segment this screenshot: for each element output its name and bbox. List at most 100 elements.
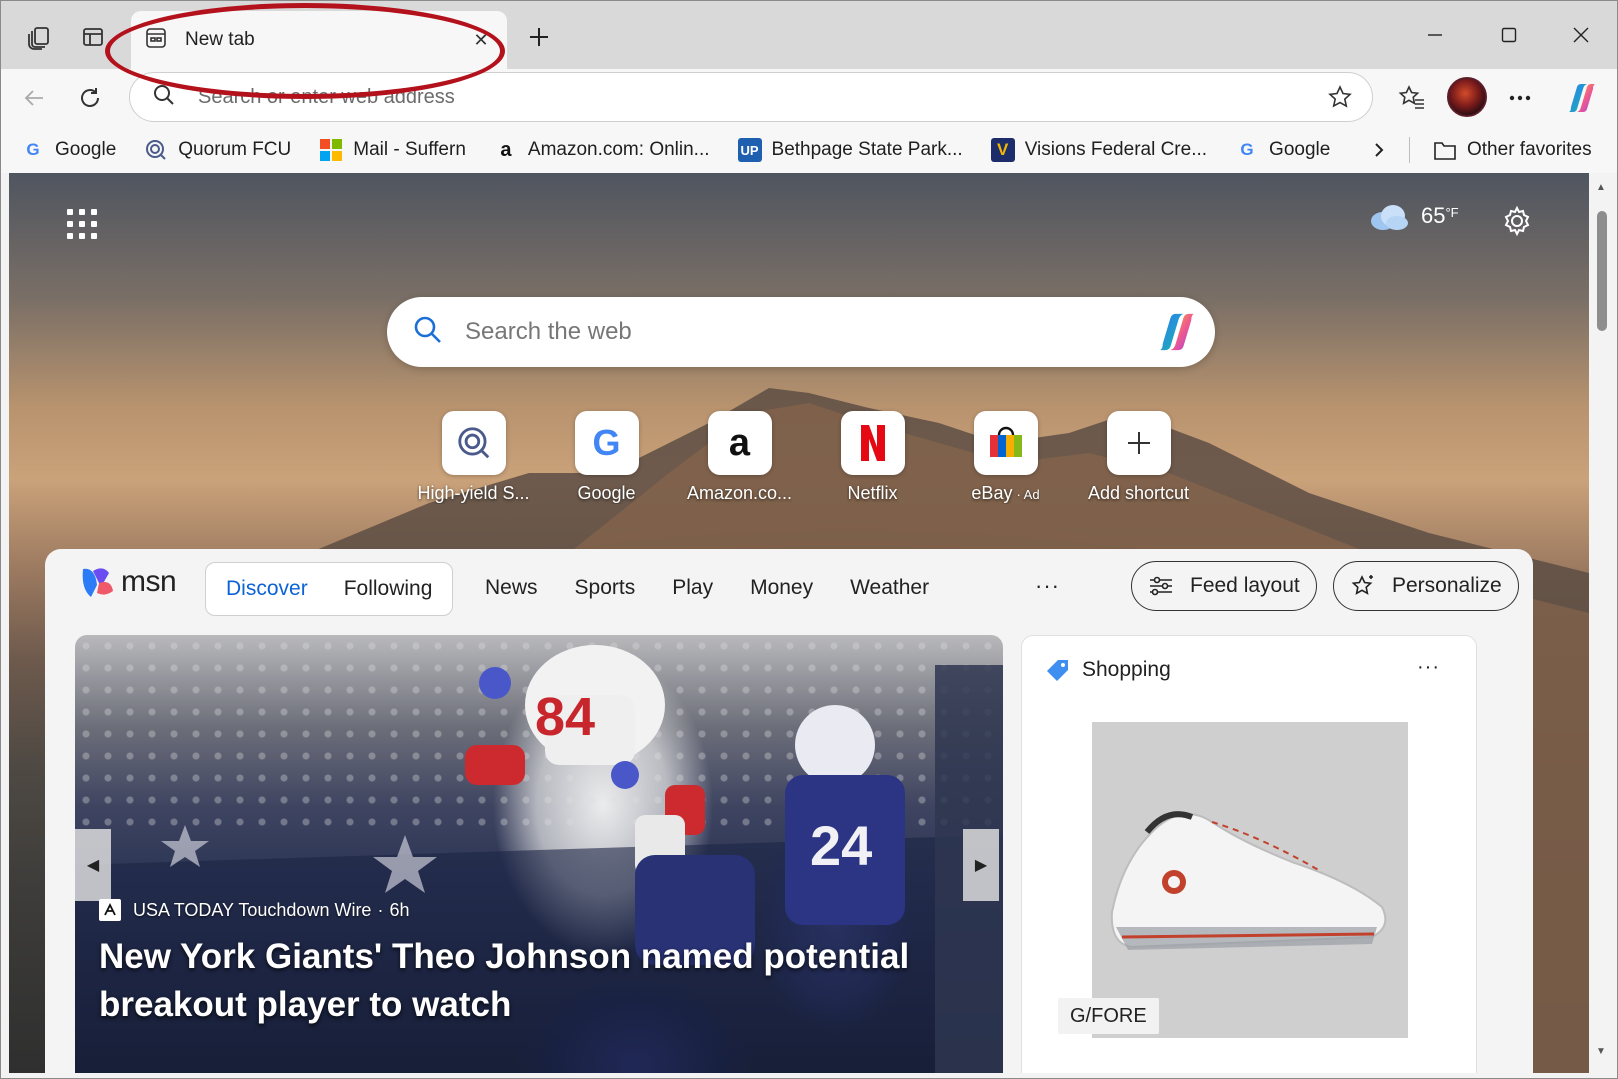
new-tab-page: 65°F High-yield S...	[9, 173, 1589, 1073]
shopping-more-button[interactable]: ···	[1417, 656, 1440, 679]
other-favorites-label: Other favorites	[1467, 139, 1592, 160]
brand-label: G/FORE	[1058, 998, 1159, 1034]
shortcut-label: eBay · Ad	[971, 483, 1039, 504]
tab-following[interactable]: Following	[344, 577, 433, 601]
nav-weather[interactable]: Weather	[850, 576, 929, 600]
ad-badge: · Ad	[1016, 487, 1040, 502]
source-name: USA TODAY Touchdown Wire	[133, 899, 372, 920]
personalize-label: Personalize	[1392, 574, 1502, 597]
shortcut-high-yield[interactable]: High-yield S...	[407, 411, 540, 504]
web-search-box[interactable]	[387, 297, 1215, 367]
back-button[interactable]	[13, 77, 55, 119]
msn-logo[interactable]: msn	[79, 563, 177, 601]
browser-window: New tab ✕ Search or enter web address G …	[0, 0, 1618, 1079]
shortcut-label: Google	[577, 483, 636, 503]
favorite-visions[interactable]: V Visions Federal Cre...	[990, 138, 1207, 162]
favorite-google-2[interactable]: G Google	[1235, 138, 1330, 162]
address-input[interactable]	[198, 85, 1320, 109]
hero-story-card[interactable]: 84 24 ◀ ▶ USA TODAY Touchdown Wire · 6h …	[75, 635, 1003, 1073]
nav-money[interactable]: Money	[750, 576, 813, 600]
weather-widget[interactable]: 65 °F	[1369, 203, 1459, 230]
netflix-icon	[840, 411, 905, 475]
shortcut-amazon[interactable]: a Amazon.co...	[673, 411, 806, 504]
new-tab-button[interactable]	[521, 19, 557, 55]
quorum-icon	[144, 138, 168, 162]
favorite-mail[interactable]: Mail - Suffern	[319, 138, 466, 162]
favorite-label: Mail - Suffern	[353, 139, 466, 160]
page-scrollbar[interactable]: ▲ ▼	[1591, 173, 1611, 1073]
scroll-thumb[interactable]	[1597, 211, 1607, 331]
favorite-label: Amazon.com: Onlin...	[527, 139, 710, 160]
address-bar[interactable]	[129, 72, 1373, 122]
shortcut-label: High-yield S...	[417, 483, 530, 503]
google-icon: G	[26, 140, 40, 159]
shortcut-google[interactable]: G Google	[540, 411, 673, 504]
msn-text: msn	[121, 565, 177, 598]
minimize-button[interactable]	[1411, 17, 1459, 53]
nav-news[interactable]: News	[485, 576, 538, 600]
shoe-image[interactable]	[1092, 722, 1408, 1038]
shopping-card[interactable]: Shopping ··· G/FORE	[1021, 635, 1477, 1073]
nav-play[interactable]: Play	[672, 576, 713, 600]
story-headline[interactable]: New York Giants' Theo Johnson named pote…	[99, 933, 959, 1029]
favorite-bethpage[interactable]: UP Bethpage State Park...	[737, 138, 963, 162]
tag-icon	[1044, 656, 1072, 684]
search-icon	[413, 315, 443, 350]
scroll-down-arrow-icon[interactable]: ▼	[1595, 1045, 1607, 1057]
web-search-input[interactable]	[465, 318, 1151, 346]
previous-story-button[interactable]: ◀	[75, 829, 111, 901]
favorite-label: Google	[1269, 139, 1331, 160]
feed-categories: News Sports Play Money Weather	[485, 549, 966, 627]
sliders-icon	[1150, 576, 1172, 596]
feed-layout-button[interactable]: Feed layout	[1131, 561, 1317, 611]
svg-text:84: 84	[535, 687, 595, 747]
nav-sports[interactable]: Sports	[575, 576, 636, 600]
chevron-right-icon[interactable]	[1363, 134, 1395, 166]
vertical-tabs-icon[interactable]	[75, 19, 111, 55]
dot-separator: ·	[377, 899, 384, 920]
shortcut-netflix[interactable]: Netflix	[806, 411, 939, 504]
plus-icon	[1106, 411, 1171, 475]
shopping-header: Shopping	[1044, 656, 1171, 684]
shortcut-add[interactable]: Add shortcut	[1072, 411, 1205, 504]
tab-strip: New tab ✕	[1, 1, 1617, 69]
favorites-icon[interactable]	[1391, 77, 1433, 119]
close-window-button[interactable]	[1557, 17, 1605, 53]
tab-close-button[interactable]: ✕	[467, 26, 495, 54]
favorite-star-icon[interactable]	[1320, 77, 1360, 117]
other-favorites[interactable]: Other favorites	[1433, 127, 1592, 173]
weather-temp: 65	[1421, 203, 1446, 228]
scroll-up-arrow-icon[interactable]: ▲	[1595, 181, 1607, 193]
personalize-button[interactable]: Personalize	[1333, 561, 1519, 611]
favorite-amazon[interactable]: a Amazon.com: Onlin...	[494, 138, 710, 162]
more-categories-button[interactable]: ···	[1035, 573, 1060, 599]
tab-discover[interactable]: Discover	[226, 577, 308, 601]
ebay-bag-icon	[973, 411, 1038, 475]
favorite-quorum[interactable]: Quorum FCU	[144, 138, 291, 162]
weather-unit: °F	[1445, 205, 1459, 220]
google-icon: G	[574, 411, 639, 475]
favorite-google[interactable]: G Google	[21, 138, 116, 162]
tab-new-tab[interactable]: New tab ✕	[131, 11, 507, 69]
copilot-icon[interactable]	[1151, 306, 1203, 358]
shortcut-label: Amazon.co...	[686, 483, 793, 503]
feed-layout-label: Feed layout	[1190, 574, 1300, 597]
navigation-toolbar	[1, 69, 1617, 127]
shortcut-ebay[interactable]: eBay · Ad	[939, 411, 1072, 504]
refresh-button[interactable]	[69, 77, 111, 119]
profile-avatar[interactable]	[1447, 77, 1487, 117]
maximize-button[interactable]	[1485, 17, 1533, 53]
feed-nav: msn Discover Following News Sports Play …	[45, 549, 1533, 627]
apps-launcher-icon[interactable]	[61, 203, 101, 243]
page-settings-icon[interactable]	[1499, 203, 1535, 239]
microsoft-icon	[319, 138, 343, 162]
cloud-icon	[1369, 203, 1409, 230]
copilot-icon[interactable]	[1561, 77, 1603, 119]
tab-title: New tab	[185, 29, 255, 50]
workspaces-icon[interactable]	[21, 19, 57, 55]
settings-more-icon[interactable]	[1499, 77, 1541, 119]
next-story-button[interactable]: ▶	[963, 829, 999, 901]
folder-icon	[1433, 139, 1457, 161]
msn-feed: msn Discover Following News Sports Play …	[45, 549, 1533, 1073]
amazon-icon: a	[707, 411, 772, 475]
